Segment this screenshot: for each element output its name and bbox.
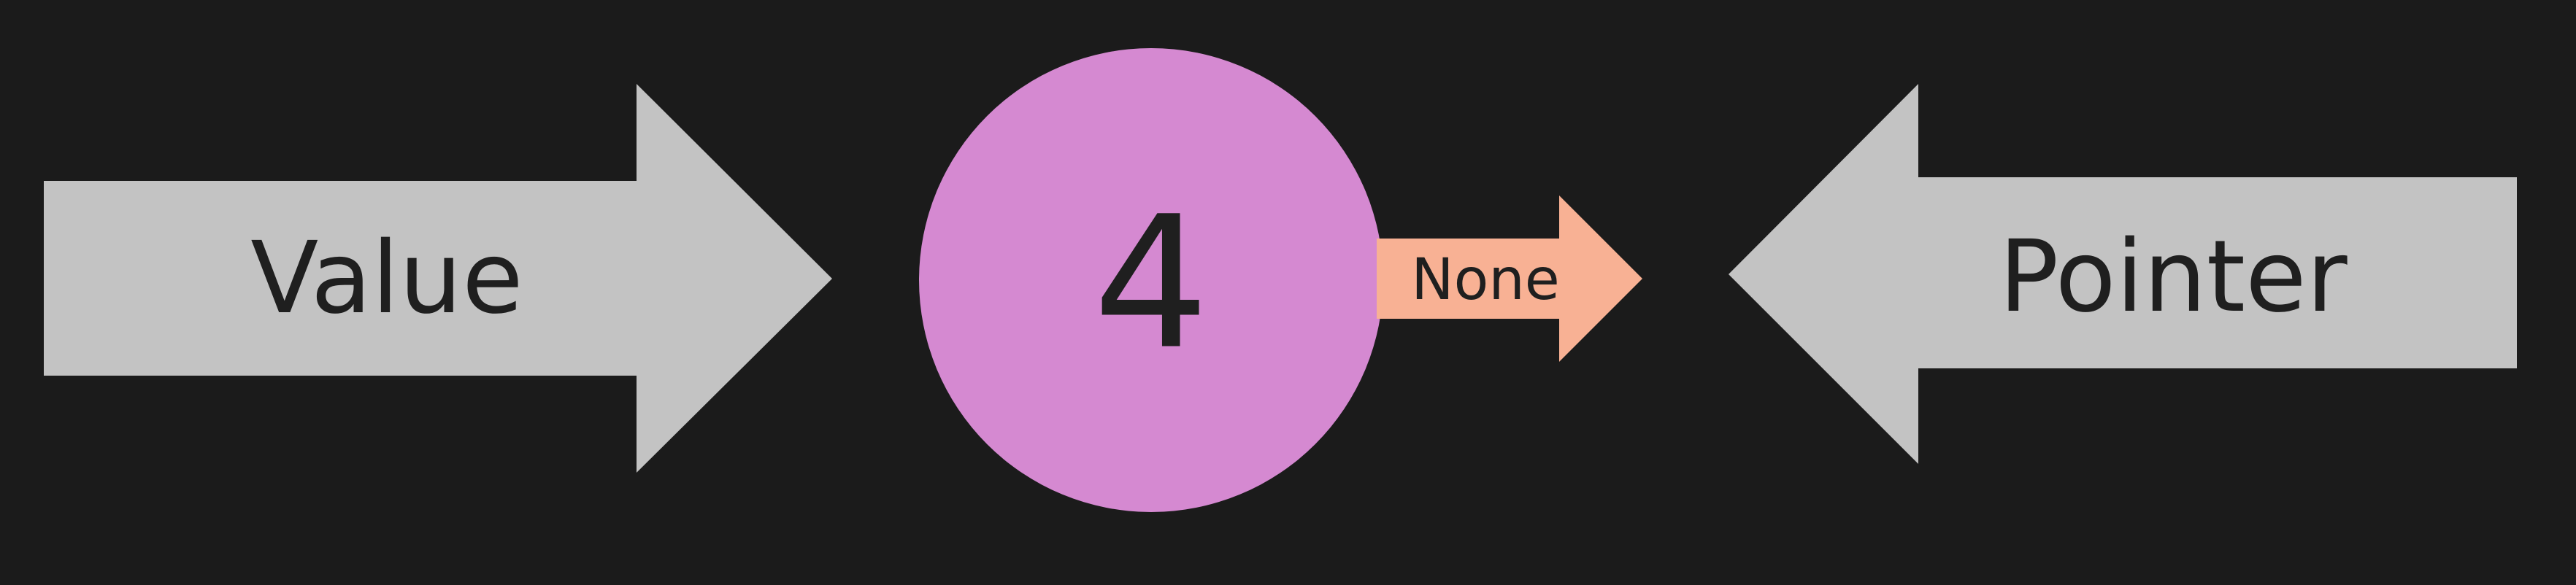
next-pointer-label: None xyxy=(1411,247,1560,313)
value-arrow-label: Value xyxy=(250,221,523,336)
linked-list-node-diagram: Value 4 None Pointer xyxy=(44,48,2517,512)
list-node: 4 xyxy=(919,48,1383,512)
pointer-arrow-label: Pointer xyxy=(1999,220,2347,335)
value-arrow: Value xyxy=(44,84,832,473)
next-pointer-arrow: None xyxy=(1377,195,1642,362)
node-value: 4 xyxy=(1093,177,1209,390)
pointer-arrow: Pointer xyxy=(1729,84,2517,464)
